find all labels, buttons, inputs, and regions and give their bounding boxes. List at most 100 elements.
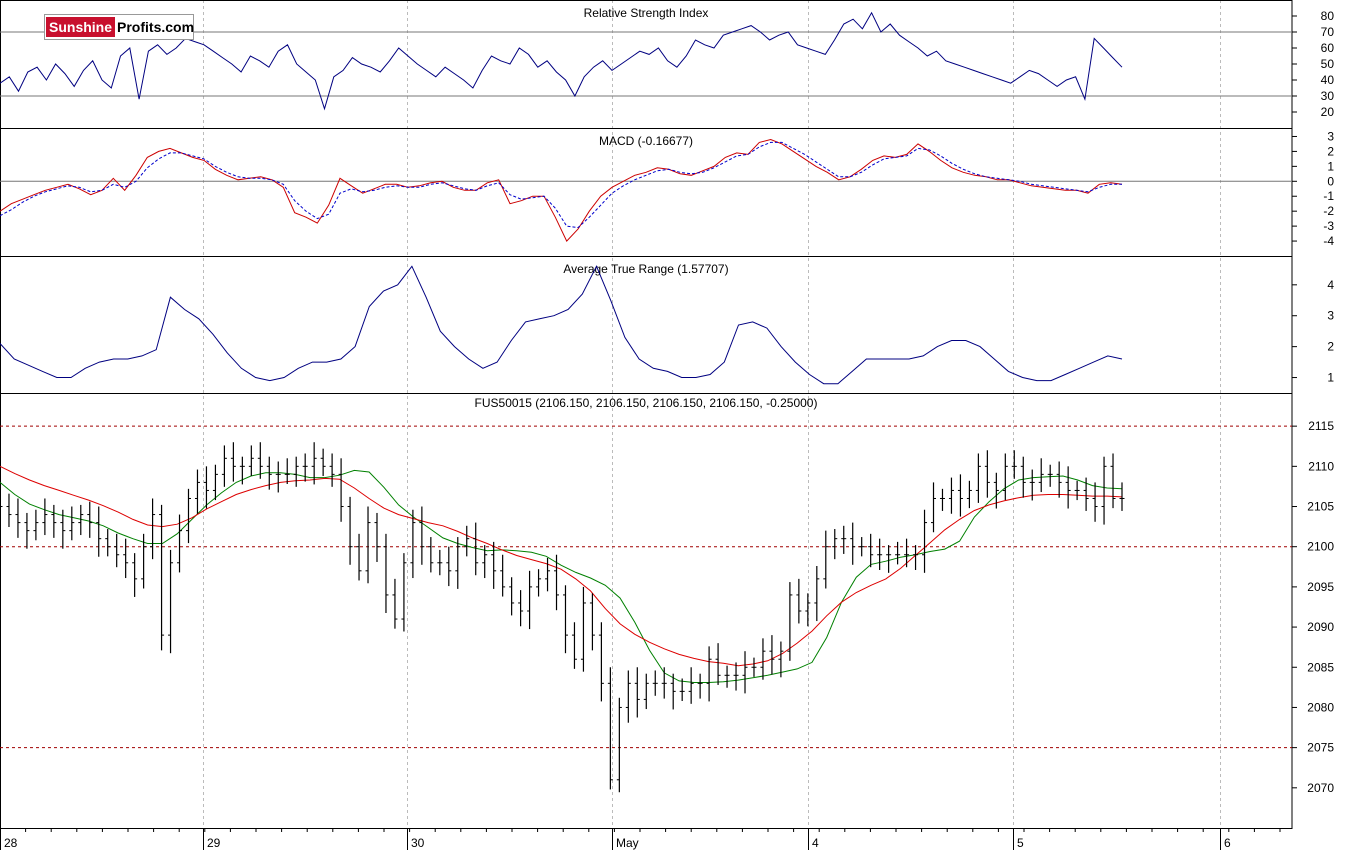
price-bar-36: [320, 448, 326, 476]
price-bar-4: [33, 509, 39, 541]
price-bar-78: [697, 673, 703, 699]
x-tick-label-3: May: [616, 836, 639, 850]
price-bar-43: [383, 533, 389, 614]
price-bar-91: [814, 565, 820, 622]
atr-ytick-label-3: 4: [1327, 278, 1334, 292]
price-bar-58: [518, 590, 524, 627]
price-bar-65: [580, 586, 586, 672]
price-bar-41: [365, 506, 371, 584]
price-bar-98: [877, 538, 883, 571]
price-bar-100: [895, 541, 901, 565]
price-bar-86: [769, 635, 775, 675]
price-bar-39: [347, 496, 353, 565]
price-ytick-label-9: 2115: [1308, 419, 1334, 433]
price-bar-51: [455, 537, 461, 589]
price-bar-99: [886, 545, 892, 573]
price-ytick-label-6: 2100: [1307, 540, 1334, 554]
price-bar-61: [545, 557, 551, 592]
macd-ytick-label-0: -4: [1323, 234, 1334, 248]
price-bar-83: [742, 651, 748, 694]
price-bar-0: [0, 496, 3, 517]
price-bar-117: [1047, 464, 1053, 487]
price-bar-102: [913, 545, 919, 571]
price-bar-103: [922, 509, 928, 573]
price-bar-123: [1101, 456, 1107, 525]
price-bar-19: [168, 549, 174, 654]
macd-ytick-label-7: 3: [1327, 129, 1334, 143]
price-bar-6: [51, 504, 57, 538]
price-bar-116: [1038, 458, 1044, 493]
price-bar-15: [132, 553, 138, 597]
rsi-ytick-label-1: 30: [1321, 89, 1335, 103]
price-title: FUS50015 (2106.150, 2106.150, 2106.150, …: [475, 396, 818, 410]
atr-ytick-label-0: 1: [1327, 371, 1334, 385]
atr-panel: 1 2 3 4: [0, 265, 1334, 385]
price-bar-50: [446, 546, 452, 587]
chart-canvas: Relative Strength Index MACD (-0.16677) …: [0, 0, 1334, 850]
price-ytick-label-5: 2095: [1307, 580, 1334, 594]
price-ytick-label-7: 2105: [1307, 500, 1334, 514]
price-bar-24: [212, 464, 218, 501]
price-bar-70: [625, 670, 631, 723]
price-bar-31: [275, 461, 281, 493]
price-bar-71: [634, 667, 640, 718]
price-bar-107: [957, 474, 963, 517]
price-bar-28: [248, 445, 254, 476]
price-bar-124: [1110, 453, 1116, 509]
price-series-1-line: [0, 465, 1123, 667]
x-tick-label-1: 29: [207, 836, 221, 850]
macd-ytick-label-5: 1: [1327, 159, 1334, 173]
price-bar-22: [194, 469, 200, 514]
price-bar-89: [796, 578, 802, 624]
price-bar-11: [96, 506, 102, 557]
macd-ytick-label-2: -2: [1323, 204, 1334, 218]
price-bar-67: [598, 622, 604, 702]
price-bar-112: [1002, 453, 1008, 501]
logo-part-2: Profits.com: [117, 19, 195, 35]
price-bar-84: [751, 657, 757, 677]
price-bar-74: [661, 667, 667, 699]
price-bar-32: [284, 458, 290, 485]
price-bar-122: [1092, 482, 1098, 522]
rsi-panel: 20 30 40 50 60 70 80: [0, 9, 1334, 119]
macd-series-0-line: [0, 138, 1123, 242]
price-bar-37: [329, 453, 335, 487]
rsi-ytick-label-0: 20: [1321, 105, 1335, 119]
price-panel: 2070 2075 2080 2085 2090 2095 2100 2105 2110 2115: [0, 419, 1334, 795]
price-bar-106: [948, 477, 954, 514]
price-bar-12: [105, 529, 111, 557]
price-bar-105: [939, 488, 945, 511]
price-bar-26: [230, 442, 236, 482]
price-bar-17: [150, 498, 156, 560]
price-bar-14: [123, 538, 129, 579]
price-bar-40: [356, 533, 362, 581]
price-bar-66: [589, 593, 595, 651]
rsi-title: Relative Strength Index: [584, 6, 709, 20]
macd-series-1-line: [0, 141, 1122, 229]
price-bar-57: [509, 577, 515, 616]
price-bar-5: [42, 498, 48, 536]
price-bar-92: [823, 530, 829, 589]
price-bar-108: [966, 480, 972, 509]
macd-ytick-label-4: 0: [1327, 174, 1334, 188]
x-tick-label-4: 4: [812, 836, 819, 850]
price-bar-80: [715, 643, 721, 685]
price-bar-38: [338, 458, 344, 522]
x-tick-label-0: 28: [4, 836, 18, 850]
price-bar-110: [984, 450, 990, 498]
price-bar-82: [733, 662, 739, 691]
price-bar-1: [6, 493, 12, 528]
price-ytick-label-4: 2090: [1307, 620, 1334, 634]
price-bar-118: [1056, 461, 1062, 498]
price-bar-2: [15, 498, 21, 538]
price-bar-96: [859, 537, 865, 557]
rsi-ytick-label-4: 60: [1321, 41, 1335, 55]
price-bar-60: [536, 569, 542, 597]
price-bar-93: [832, 529, 838, 560]
price-bar-47: [419, 506, 425, 565]
price-bar-46: [410, 509, 416, 579]
price-ytick-label-3: 2085: [1307, 660, 1334, 674]
price-bar-63: [562, 585, 568, 654]
price-bar-85: [760, 638, 766, 680]
price-bar-8: [69, 506, 75, 541]
